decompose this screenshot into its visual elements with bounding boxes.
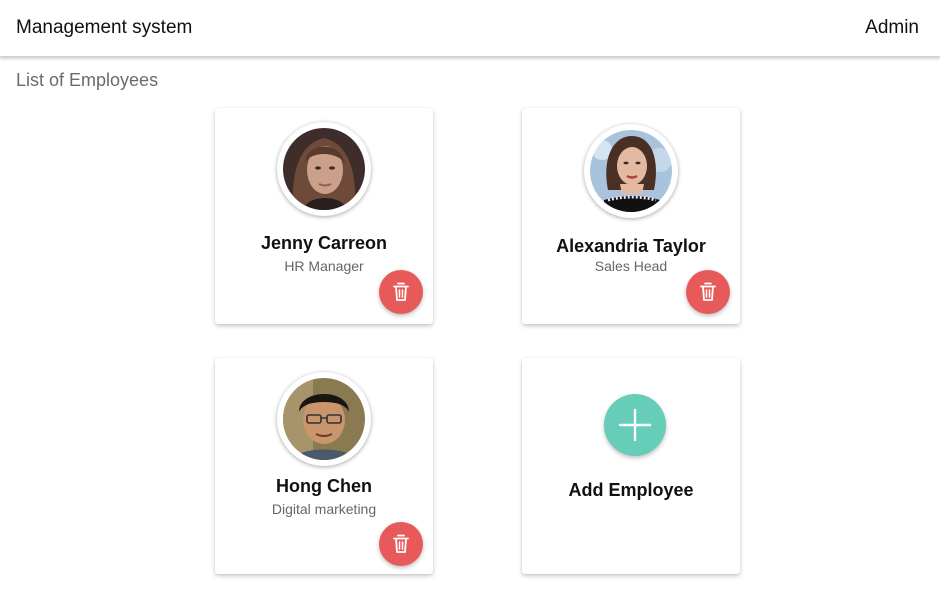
user-menu[interactable]: Admin <box>865 17 919 39</box>
add-employee-card[interactable]: Add Employee <box>522 358 740 574</box>
add-employee-button[interactable] <box>604 394 666 456</box>
employee-name: Hong Chen <box>276 476 372 496</box>
avatar <box>277 372 371 466</box>
plus-icon <box>618 408 652 442</box>
avatar <box>584 124 678 218</box>
avatar <box>277 122 371 216</box>
employee-card[interactable]: Jenny Carreon HR Manager <box>215 108 433 324</box>
employee-role: Digital marketing <box>271 501 377 517</box>
delete-employee-button[interactable] <box>686 270 730 314</box>
app-title: Management system <box>16 17 193 38</box>
employee-name: Alexandria Taylor <box>556 236 706 256</box>
trash-icon <box>393 282 409 301</box>
trash-icon <box>700 282 716 301</box>
avatar-photo <box>283 378 365 460</box>
employee-card[interactable]: Hong Chen Digital marketing <box>215 358 433 574</box>
employee-card[interactable]: Alexandria Taylor Sales Head <box>522 108 740 324</box>
employee-name: Jenny Carreon <box>260 233 388 253</box>
avatar-photo <box>283 128 365 210</box>
avatar-photo <box>590 130 672 212</box>
top-app-bar: Management system Admin <box>0 0 940 57</box>
delete-employee-button[interactable] <box>379 522 423 566</box>
delete-employee-button[interactable] <box>379 270 423 314</box>
trash-icon <box>393 534 409 553</box>
page-title: List of Employees <box>16 70 159 90</box>
add-employee-label: Add Employee <box>568 480 694 500</box>
